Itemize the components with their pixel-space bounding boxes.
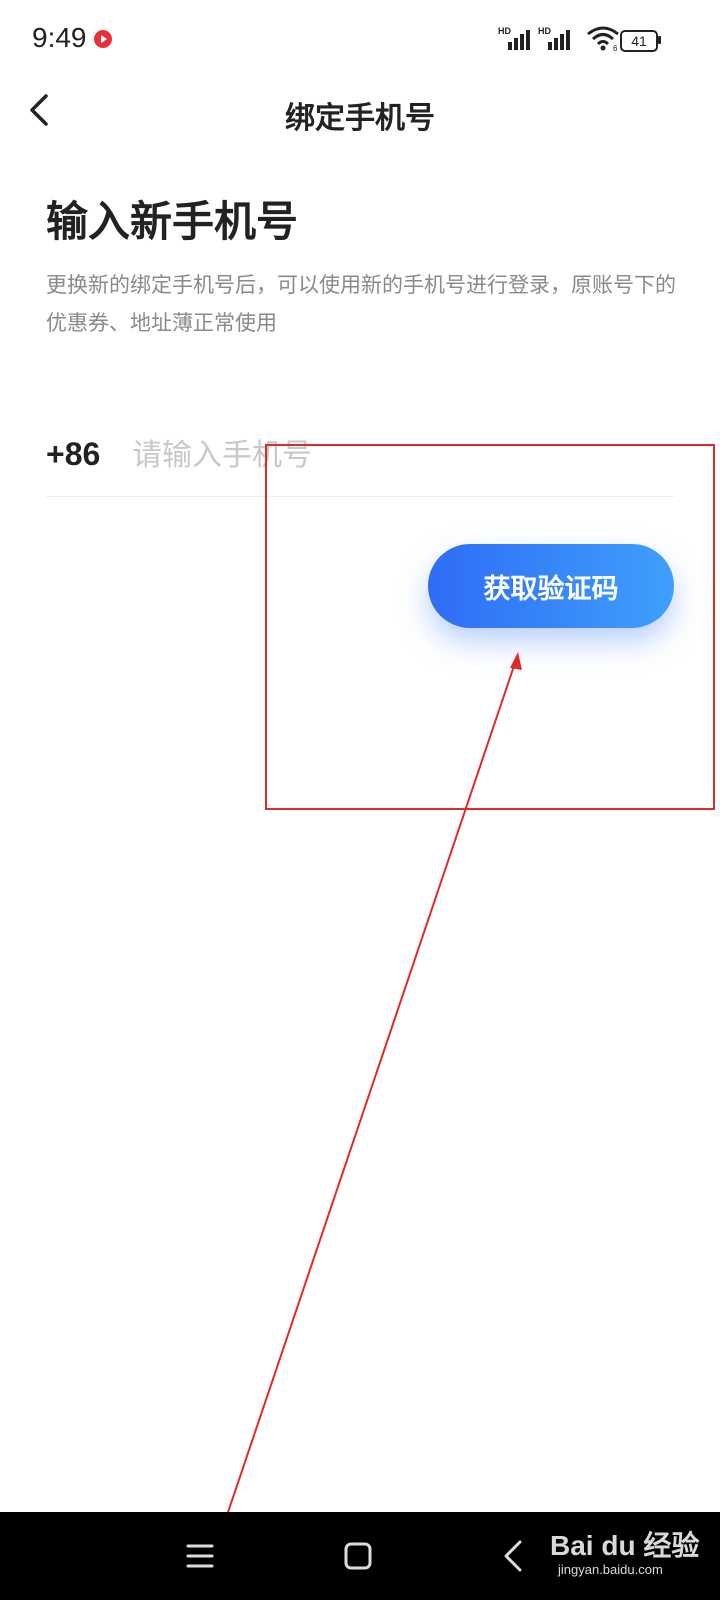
battery-icon: 41 [620, 30, 658, 52]
main-heading: 输入新手机号 [46, 197, 299, 246]
battery-tip [658, 36, 661, 44]
baidu-jingyan-watermark: Bai du 经验 jingyan.baidu.com [550, 1524, 720, 1584]
wifi-label: 6 [613, 44, 618, 52]
signal-hd-label: HD [498, 26, 511, 36]
description-text: 更换新的绑定手机号后，可以使用新的手机号进行登录，原账号下的优惠券、地址薄正常使… [46, 273, 676, 335]
watermark-url: jingyan.baidu.com [558, 1562, 663, 1577]
status-bar: 9:49 HD HD 6 41 [0, 0, 720, 80]
screen-record-icon [94, 30, 112, 48]
cell-signal-icon: HD [538, 26, 574, 52]
status-time: 9:49 [32, 22, 87, 53]
annotation-highlight-box [265, 444, 715, 810]
page-title: 绑定手机号 [285, 101, 435, 136]
wifi-icon: 6 [587, 26, 619, 52]
home-icon[interactable] [334, 1532, 382, 1580]
menu-icon[interactable] [176, 1532, 224, 1580]
country-code-selector[interactable]: +86 [46, 436, 100, 473]
battery-level: 41 [631, 33, 647, 49]
cell-signal-icon: HD [498, 26, 534, 52]
phone-screen: 9:49 HD HD 6 41 绑定手机号 输入新手机号 更换新的绑定手机号后，… [0, 0, 720, 1600]
signal-hd-label: HD [538, 26, 551, 36]
nav-back-icon[interactable] [490, 1532, 538, 1580]
watermark-brand: Bai du 经验 [550, 1530, 700, 1561]
